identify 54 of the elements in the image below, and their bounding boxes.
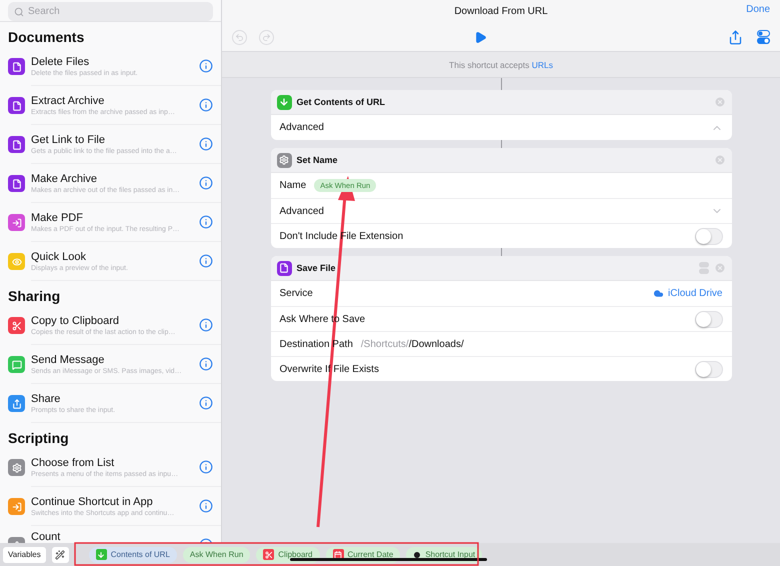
info-icon[interactable] [199,396,213,410]
parameter-label: Advanced [280,206,324,216]
action-title: Save File [296,263,337,273]
info-icon[interactable] [199,215,213,229]
action-title[interactable]: Make PDF [31,212,221,224]
section-heading: Documents [7,28,86,47]
info-icon[interactable] [199,137,213,151]
parameter-label: Name [280,180,306,191]
info-icon[interactable] [199,318,213,332]
action-title[interactable]: Choose from List [31,456,221,468]
done-button[interactable]: Done [746,4,770,15]
section-heading: Sharing [7,287,62,306]
section-heading: Scripting [7,429,70,448]
variable-chip[interactable]: Contents of URL [88,546,177,562]
play-icon[interactable] [474,30,486,44]
path-value[interactable]: /Shortcuts//Downloads/ [360,338,464,350]
info-icon[interactable] [199,176,213,190]
dot-icon [413,550,422,558]
variables-button[interactable]: Variables [3,546,46,562]
action-title[interactable]: Copy to Clipboard [31,314,221,326]
window-title: Download From URL [454,6,548,16]
action-title[interactable]: Make Archive [31,172,221,184]
info-icon[interactable] [199,460,213,474]
search-icon [14,6,24,16]
variable-chip[interactable]: Ask When Run [182,546,250,562]
action-title[interactable]: Count [31,531,221,543]
action-title[interactable]: Share [31,392,221,404]
cloud-icon [653,288,664,299]
action-title[interactable]: Continue Shortcut in App [31,496,221,508]
service-value[interactable]: iCloud Drive [668,288,722,299]
action-title[interactable]: Send Message [31,354,221,366]
toggle-switch[interactable] [694,360,722,378]
action-title[interactable]: Extract Archive [31,94,221,106]
action-title: Get Contents of URL [296,97,386,107]
info-icon[interactable] [199,98,213,112]
variable-chip[interactable]: Clipboard [256,546,320,562]
share-icon[interactable] [728,30,743,44]
accepts-note: This shortcut accepts URLs [222,52,780,78]
info-icon[interactable] [199,254,213,268]
info-icon[interactable] [199,499,213,513]
action-title[interactable]: Get Link to File [31,134,221,146]
parameter-label: Service [280,288,313,299]
info-icon[interactable] [199,357,213,371]
toggles-icon[interactable] [698,262,708,274]
parameter-label: Advanced [280,122,324,133]
search-placeholder: Search [28,6,60,17]
toggle-switch[interactable] [694,228,722,244]
action-title[interactable]: Delete Files [31,56,221,68]
action-title[interactable]: Quick Look [31,250,221,262]
action-title: Set Name [296,155,339,165]
toggles-icon[interactable] [757,30,770,44]
toggle-switch[interactable] [694,310,722,328]
magic-wand-icon[interactable] [52,546,69,562]
info-icon[interactable] [199,59,213,73]
